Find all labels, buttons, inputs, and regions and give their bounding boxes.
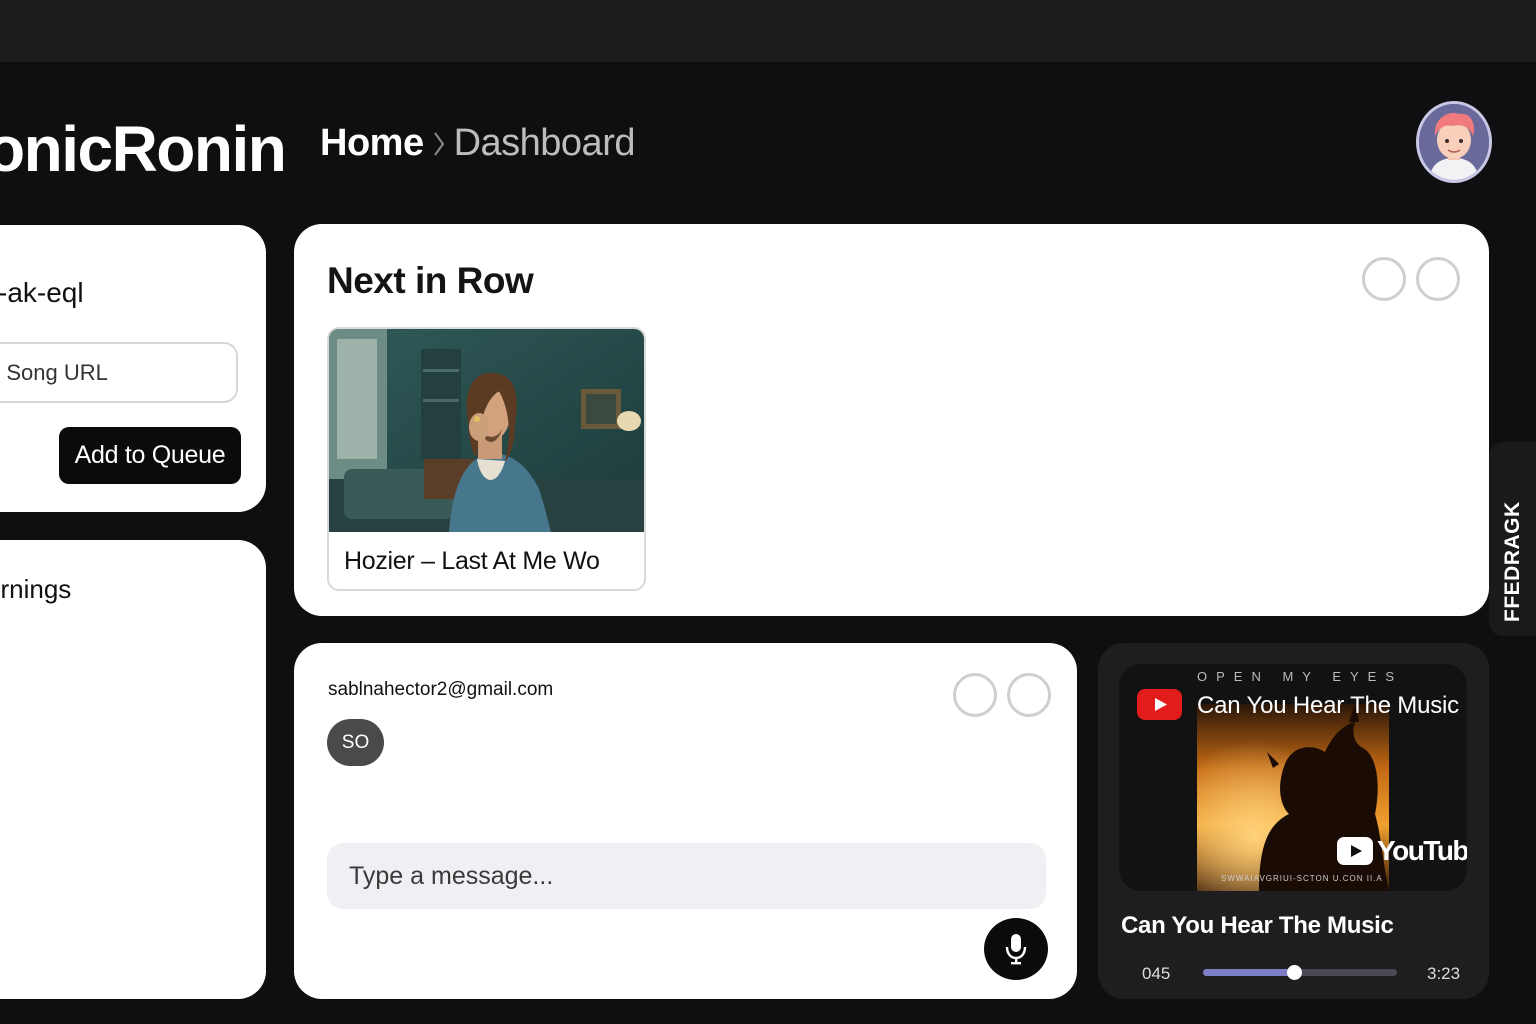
feedback-tab[interactable]: FFEDRAGK [1489,442,1536,636]
chat-option-button-2[interactable] [1007,673,1051,717]
progress-fill [1203,969,1295,976]
breadcrumb-home[interactable]: Home [320,122,424,165]
add-to-queue-button[interactable]: Add to Queue [59,427,241,484]
scroll-right-button[interactable] [1416,257,1460,301]
members-panel: ernings [0,540,266,999]
next-in-row-panel: Next in Row Hozier – Last At Me Wo [294,224,1489,616]
breadcrumb-current: Dashboard [453,122,636,164]
chat-option-button[interactable] [953,673,997,717]
song-url-input[interactable] [0,342,238,403]
total-time: 3:23 [1427,964,1461,983]
members-heading: ernings [0,574,72,604]
video-kicker: OPEN MY EYES [1197,669,1404,684]
microphone-button[interactable] [984,918,1048,980]
queue-item[interactable]: Hozier – Last At Me Wo [327,327,646,591]
breadcrumb: Home Dashboard [320,122,635,165]
next-in-row-title: Next in Row [327,260,534,301]
scroll-left-button[interactable] [1362,257,1406,301]
video-title[interactable]: Can You Hear The Music [1197,692,1459,720]
progress-handle[interactable] [1287,965,1303,980]
youtube-logo-icon [1337,837,1373,865]
chevron-right-icon [432,129,446,159]
feedback-label: FFEDRAGK [1501,501,1524,622]
youtube-wordmark: YouTube [1377,835,1467,866]
message-input[interactable] [327,843,1046,909]
top-bar [0,0,1536,62]
progress-bar[interactable] [1203,965,1397,980]
now-playing-title: Can You Hear The Music [1121,912,1394,939]
room-code: -ak-eql [0,277,84,308]
chat-user-email: sablnahector2@gmail.com [328,679,554,700]
user-initials-badge: SO [327,719,384,766]
elapsed-time: 045 [1142,964,1171,983]
user-avatar[interactable] [1416,101,1492,183]
song-thumbnail [329,329,644,532]
video-player[interactable]: OPEN MY EYES Can You Hear The Music YouT… [1119,664,1467,891]
youtube-logo[interactable]: YouTube [1337,835,1467,867]
chat-panel: sablnahector2@gmail.com SO [294,643,1077,999]
app-brand[interactable]: onicRonin [0,112,287,186]
microphone-icon [1005,934,1027,965]
youtube-play-icon [1137,689,1182,720]
video-url: SWWAIAVGRIUI-SCTON U.CON II.A [1221,874,1383,883]
queue-item-title: Hozier – Last At Me Wo [344,547,600,575]
add-song-panel: -ak-eql Add to Queue [0,225,266,512]
now-playing-panel: OPEN MY EYES Can You Hear The Music YouT… [1098,643,1489,999]
